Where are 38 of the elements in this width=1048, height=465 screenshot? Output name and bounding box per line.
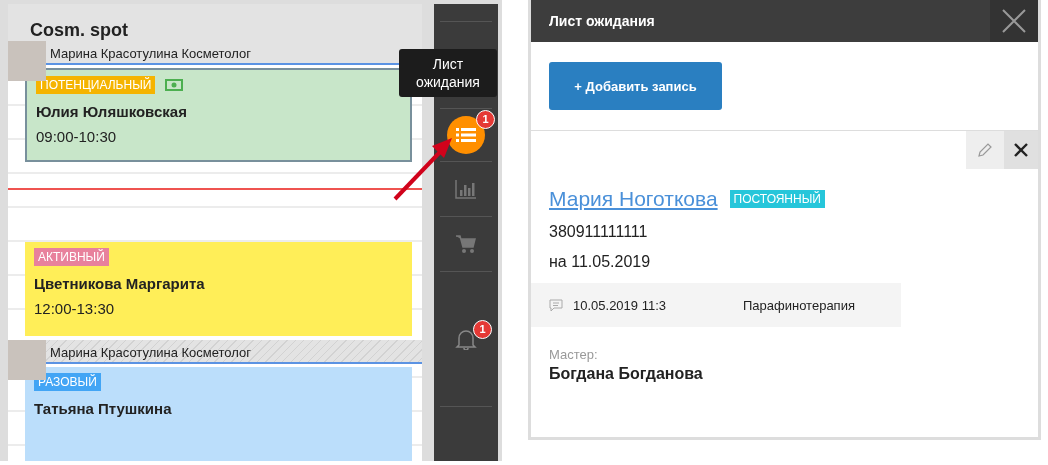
master-label: Мастер:	[548, 347, 599, 362]
panel-title: Лист ожидания	[549, 13, 655, 29]
master-name: Марина Красотулина Косметолог	[50, 345, 252, 363]
bell-icon[interactable]	[455, 328, 477, 351]
appointment-card[interactable]: АКТИВНЫЙ Цветникова Маргарита 12:00-13:30	[25, 242, 412, 337]
count-badge: 1	[476, 109, 495, 129]
bar-chart-icon[interactable]	[455, 179, 477, 200]
status-tag: РАЗОВЫЙ	[34, 373, 101, 391]
created-date: 10.05.2019 11:3	[573, 297, 667, 313]
appointment-time: 12:00-13:30	[34, 300, 116, 318]
entry-date: на 11.05.2019	[548, 253, 652, 271]
list-icon	[456, 126, 476, 143]
appointment-time: 09:00-10:30	[36, 127, 118, 145]
count-badge: 1	[473, 319, 492, 339]
close-button[interactable]	[990, 0, 1038, 42]
arrow-drawing	[392, 136, 454, 202]
tooltip: Лист ожидания	[399, 49, 497, 98]
pencil-icon	[977, 142, 993, 158]
master-name: Марина Красотулина Косметолог	[50, 46, 252, 63]
client-name: Цветникова Маргарита	[34, 275, 206, 293]
appointment-card[interactable]: РАЗОВЫЙ Татьяна Птушкина	[25, 367, 412, 461]
close-icon	[1002, 9, 1026, 33]
client-name: Юлия Юляшковская	[36, 102, 188, 120]
add-entry-button[interactable]: + Добавить запись	[549, 62, 722, 110]
status-tag: ПОТЕНЦИАЛЬНЫЙ	[36, 75, 156, 94]
comment-icon	[549, 298, 563, 312]
close-icon	[1014, 143, 1028, 157]
cart-icon[interactable]	[455, 233, 477, 254]
appointment-card[interactable]: ПОТЕНЦИАЛЬНЫЙ Юлия Юляшковская 09:00-10:30	[25, 67, 412, 162]
status-tag: ПОСТОЯННЫЙ	[729, 190, 825, 208]
master-name: Богдана Богданова	[548, 365, 704, 383]
waitlist-button[interactable]	[447, 115, 485, 154]
column-title: Cosm. spot	[30, 20, 129, 41]
phone-number: 380911111111	[548, 223, 649, 241]
client-name: Татьяна Птушкина	[34, 400, 173, 417]
service-name: Парафинотерапия	[743, 297, 855, 313]
status-tag: АКТИВНЫЙ	[34, 248, 109, 267]
delete-button[interactable]	[1004, 131, 1038, 169]
